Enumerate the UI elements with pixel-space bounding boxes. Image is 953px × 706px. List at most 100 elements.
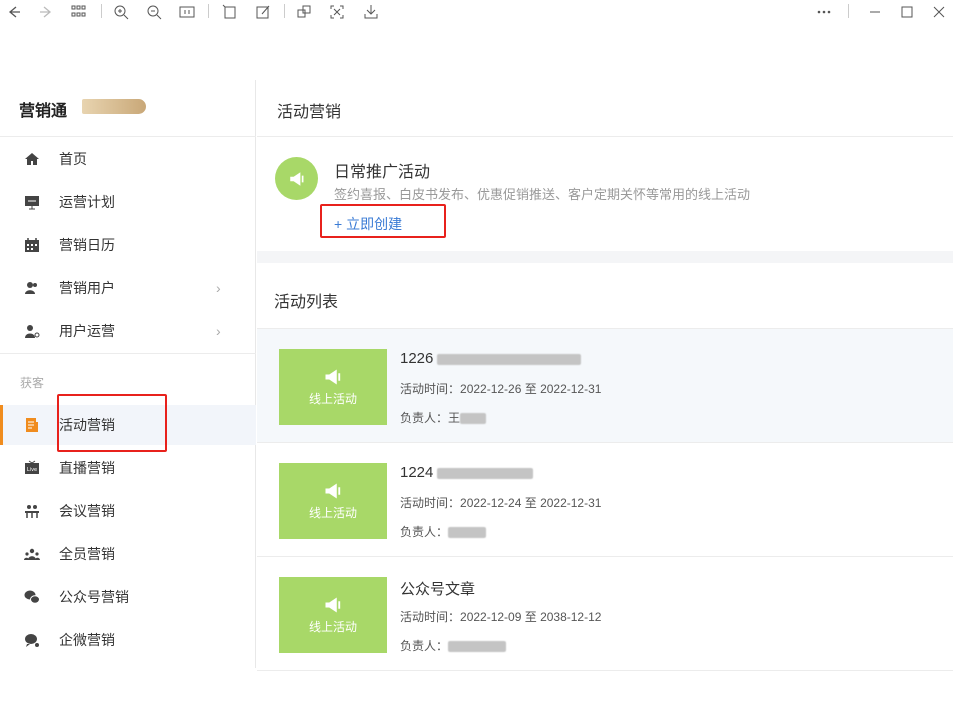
sidebar-item-plan[interactable]: 运营计划	[0, 182, 256, 222]
zoom-out-icon[interactable]	[144, 2, 164, 22]
users-icon	[23, 279, 41, 297]
sidebar-item-label: 企微营销	[59, 632, 115, 648]
sidebar-item-label: 用户运营	[59, 323, 115, 339]
promo-description: 签约喜报、白皮书发布、优惠促销推送、客户定期关怀等常用的线上活动	[334, 187, 751, 202]
chevron-right-icon: ›	[216, 280, 221, 296]
minimize-icon[interactable]	[865, 2, 885, 22]
activity-icon	[23, 416, 41, 434]
thumbnail-label: 线上活动	[308, 620, 357, 634]
toolbar-separator	[208, 4, 209, 18]
zoom-in-icon[interactable]	[111, 2, 131, 22]
fit-icon[interactable]	[177, 2, 197, 22]
promo-title: 日常推广活动	[334, 164, 431, 181]
megaphone-icon	[325, 483, 341, 499]
sidebar-group-label: 获客	[20, 376, 45, 390]
activity-card[interactable]: 线上活动 公众号文章 活动时间：2022-12-09 至 2038-12-12 …	[257, 557, 953, 671]
forward-icon[interactable]	[36, 2, 56, 22]
maximize-icon[interactable]	[897, 2, 917, 22]
activity-owner: 负责人：王	[400, 409, 487, 426]
activity-name[interactable]: 1226	[400, 350, 582, 367]
activity-thumbnail[interactable]: 线上活动	[279, 349, 387, 425]
active-indicator	[0, 405, 3, 445]
activity-owner: 负责人：	[400, 637, 507, 654]
sidebar-item-label: 直播营销	[59, 460, 115, 476]
viewer-toolbar	[0, 0, 953, 24]
meeting-icon	[23, 502, 41, 520]
sidebar-item-all-staff[interactable]: 全员营销	[0, 534, 256, 574]
brand-version-badge	[82, 99, 146, 114]
fullscreen-icon[interactable]	[327, 2, 347, 22]
activity-card[interactable]: 线上活动 1224 活动时间：2022-12-24 至 2022-12-31 负…	[257, 443, 953, 557]
chevron-right-icon: ›	[216, 323, 221, 339]
redacted-text	[460, 413, 487, 425]
redacted-text	[437, 353, 582, 365]
toolbar-separator	[101, 4, 102, 18]
activity-time-value: 2022-12-09 至 2038-12-12	[460, 610, 602, 624]
sidebar-item-calendar[interactable]: 营销日历	[0, 225, 256, 265]
grid-icon[interactable]	[69, 2, 89, 22]
thumbnail-label: 线上活动	[308, 392, 357, 406]
sidebar-item-label: 营销日历	[59, 237, 115, 253]
wework-icon	[23, 631, 41, 649]
live-icon: Live	[23, 459, 41, 477]
owner-label: 负责人：	[400, 411, 449, 425]
thumbnail-label: 线上活动	[308, 506, 357, 520]
back-icon[interactable]	[4, 2, 24, 22]
activity-time: 活动时间：2022-12-09 至 2038-12-12	[400, 608, 601, 625]
sidebar: 营销通 首页 运营计划 营销日历 营销用户 › 用户运营 › 获客 活动营销 L…	[0, 80, 256, 668]
sidebar-item-home[interactable]: 首页	[0, 139, 256, 179]
sidebar-item-live[interactable]: Live 直播营销	[0, 448, 256, 488]
toolbar-separator	[848, 4, 849, 18]
sidebar-item-label: 首页	[59, 151, 87, 167]
activity-time-value: 2022-12-24 至 2022-12-31	[460, 496, 602, 510]
redacted-text	[448, 641, 507, 653]
activity-owner: 负责人：	[400, 523, 487, 540]
sidebar-item-user-ops[interactable]: 用户运营 ›	[0, 311, 256, 351]
activity-name-text: 1224	[400, 464, 434, 481]
edit-icon[interactable]	[253, 2, 273, 22]
activity-thumbnail[interactable]: 线上活动	[279, 577, 387, 653]
activity-time-value: 2022-12-26 至 2022-12-31	[460, 382, 602, 396]
redacted-text	[437, 467, 534, 479]
activity-name-text: 1226	[400, 350, 434, 367]
megaphone-icon	[275, 157, 318, 200]
activity-list-title: 活动列表	[274, 294, 339, 311]
rotate-icon[interactable]	[220, 2, 240, 22]
highlight-box	[320, 204, 446, 238]
toolbar-separator	[284, 4, 285, 18]
sidebar-item-meeting[interactable]: 会议营销	[0, 491, 256, 531]
download-icon[interactable]	[361, 2, 381, 22]
owner-label: 负责人：	[400, 639, 449, 653]
activity-time: 活动时间：2022-12-26 至 2022-12-31	[400, 380, 601, 397]
sidebar-item-official-account[interactable]: 公众号营销	[0, 577, 256, 617]
activity-name[interactable]: 1224	[400, 464, 534, 481]
sidebar-item-label: 全员营销	[59, 546, 115, 562]
brand-title: 营销通	[19, 103, 68, 120]
owner-label: 负责人：	[400, 525, 449, 539]
svg-text:Live: Live	[27, 467, 37, 473]
activity-time-label: 活动时间：	[400, 496, 461, 510]
sidebar-divider	[0, 136, 256, 137]
close-icon[interactable]	[929, 2, 949, 22]
owner-value: 王	[448, 411, 461, 425]
activity-time-label: 活动时间：	[400, 382, 461, 396]
sidebar-item-label: 营销用户	[59, 280, 115, 296]
sidebar-item-marketing-users[interactable]: 营销用户 ›	[0, 268, 256, 308]
calendar-icon	[23, 236, 41, 254]
megaphone-icon	[325, 369, 341, 385]
main-content: 活动营销 日常推广活动 签约喜报、白皮书发布、优惠促销推送、客户定期关怀等常用的…	[257, 80, 953, 671]
sidebar-item-label: 公众号营销	[59, 589, 129, 605]
megaphone-icon	[325, 597, 341, 613]
highlight-box	[57, 394, 167, 452]
activity-name[interactable]: 公众号文章	[400, 578, 475, 599]
team-icon	[23, 545, 41, 563]
activity-card[interactable]: 线上活动 1226 活动时间：2022-12-26 至 2022-12-31 负…	[257, 329, 953, 443]
page-title: 活动营销	[277, 104, 342, 121]
copy-icon[interactable]	[294, 2, 314, 22]
redacted-text	[448, 527, 487, 539]
more-icon[interactable]	[814, 2, 834, 22]
plan-icon	[23, 193, 41, 211]
sidebar-item-label: 运营计划	[59, 194, 115, 210]
sidebar-item-wework[interactable]: 企微营销	[0, 620, 256, 660]
activity-thumbnail[interactable]: 线上活动	[279, 463, 387, 539]
